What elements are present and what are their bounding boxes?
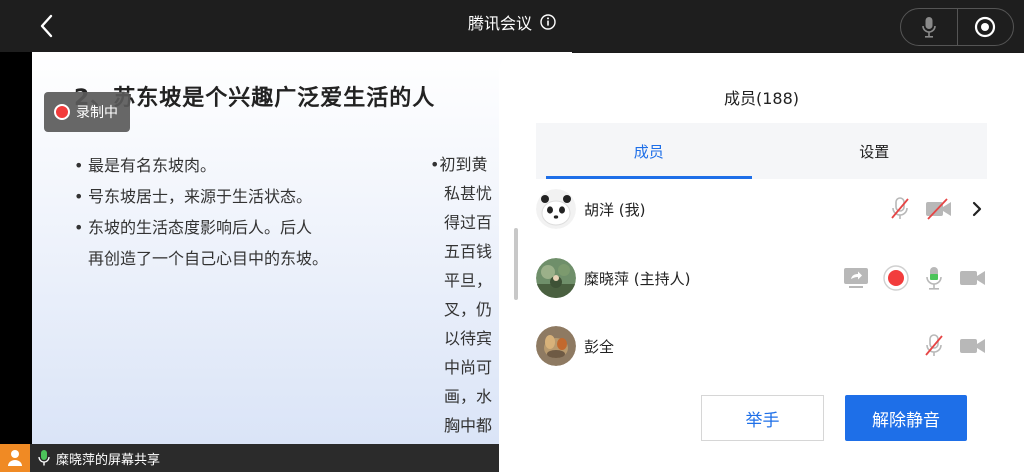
slide-bullet: • 最是有名东坡肉。 bbox=[74, 156, 217, 175]
tab-settings[interactable]: 设置 bbox=[762, 123, 988, 179]
record-target-icon bbox=[975, 16, 996, 38]
screen-share-label: 糜晓萍的屏幕共享 bbox=[56, 452, 161, 468]
panel-title: 成员(188) bbox=[723, 89, 800, 108]
info-icon[interactable] bbox=[540, 14, 556, 30]
microphone-icon bbox=[38, 449, 50, 467]
top-bar: 腾讯会议 bbox=[0, 0, 1024, 52]
top-mic-button[interactable] bbox=[901, 9, 957, 45]
member-row[interactable]: 彭全 bbox=[536, 324, 987, 368]
avatar bbox=[536, 326, 576, 366]
meeting-app: 腾讯会议 2、苏东坡是个兴趣广泛爱生活的人 • 最是有名东坡肉。 • 号东坡居士，来… bbox=[0, 0, 1024, 472]
chevron-right-icon[interactable] bbox=[967, 199, 987, 219]
slide-bullets-left: • 最是有名东坡肉。 • 号东坡居士，来源于生活状态。 • 东坡的生活态度影响后人。后… bbox=[74, 150, 414, 274]
avatar bbox=[536, 258, 576, 298]
member-row[interactable]: 胡洋 (我) bbox=[536, 187, 987, 231]
camera-off-icon[interactable] bbox=[925, 198, 953, 220]
tab-members[interactable]: 成员 bbox=[536, 123, 762, 179]
recording-label: 录制中 bbox=[76, 105, 118, 121]
member-name: 糜晓萍 (主持人) bbox=[584, 269, 691, 288]
mic-muted-icon[interactable] bbox=[923, 333, 945, 359]
recording-badge[interactable]: 录制中 bbox=[44, 92, 130, 132]
member-list-scrollbar[interactable] bbox=[514, 228, 518, 300]
microphone-icon[interactable] bbox=[923, 265, 945, 291]
record-dot-icon bbox=[54, 104, 70, 120]
slide-bullet: • 号东坡居士，来源于生活状态。 bbox=[74, 187, 313, 206]
screen-share-bar: 糜晓萍的屏幕共享 bbox=[0, 444, 520, 472]
members-panel: 成员(188) 成员 设置 胡洋 (我) 糜晓萍 (主持人) 彭全 举手 解除静… bbox=[499, 53, 1024, 472]
slide-bullet: • 东坡的生活态度影响后人。后人 再创造了一个自己心目中的东坡。 bbox=[74, 218, 329, 268]
member-name: 彭全 bbox=[584, 337, 615, 356]
top-controls bbox=[900, 8, 1014, 46]
back-button[interactable] bbox=[30, 10, 62, 42]
unmute-button[interactable]: 解除静音 bbox=[845, 395, 967, 441]
chevron-left-icon bbox=[40, 14, 53, 38]
user-icon bbox=[0, 444, 30, 472]
member-name: 胡洋 (我) bbox=[584, 200, 646, 219]
avatar bbox=[536, 189, 576, 229]
camera-icon[interactable] bbox=[959, 335, 987, 357]
panel-tabs: 成员 设置 bbox=[536, 123, 987, 179]
screen-share-icon[interactable] bbox=[843, 266, 869, 290]
mic-muted-icon[interactable] bbox=[889, 196, 911, 222]
video-letterbox bbox=[0, 52, 32, 444]
top-record-button[interactable] bbox=[958, 9, 1014, 45]
recording-icon bbox=[883, 265, 909, 291]
raise-hand-button[interactable]: 举手 bbox=[701, 395, 824, 441]
microphone-icon bbox=[921, 17, 936, 38]
camera-icon[interactable] bbox=[959, 267, 987, 289]
meeting-title: 腾讯会议 bbox=[467, 14, 532, 33]
member-row[interactable]: 糜晓萍 (主持人) bbox=[536, 256, 987, 300]
